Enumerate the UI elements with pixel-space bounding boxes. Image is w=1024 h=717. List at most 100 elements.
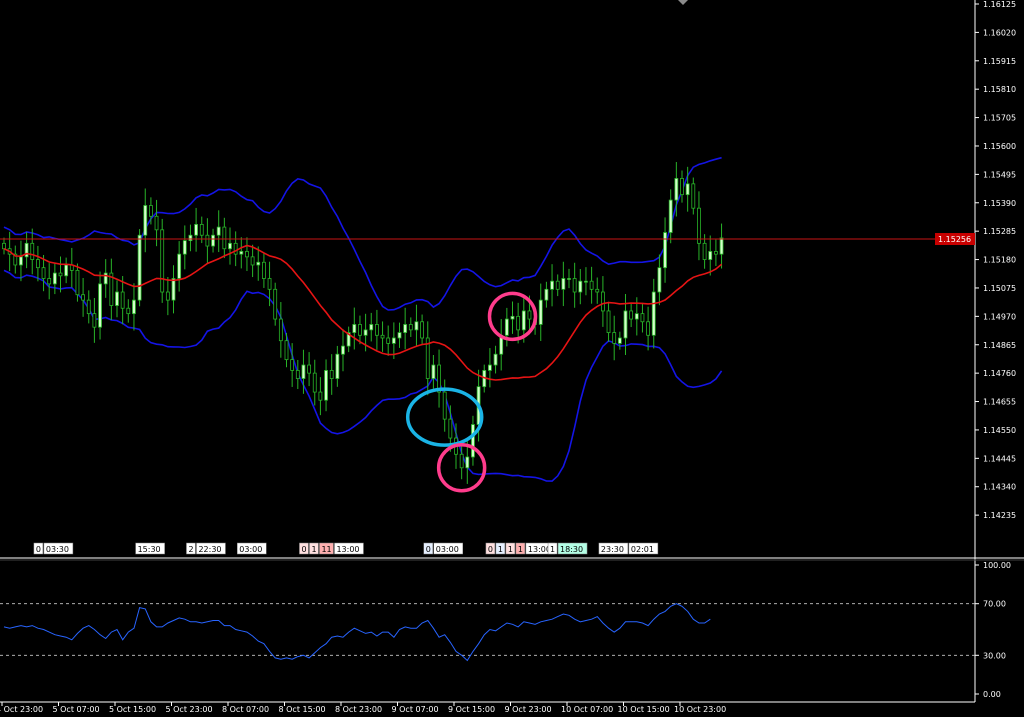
candle[interactable] — [668, 189, 673, 244]
candle[interactable] — [81, 278, 85, 317]
candle[interactable] — [13, 245, 18, 274]
candle[interactable] — [329, 354, 334, 395]
candle[interactable] — [471, 415, 475, 466]
candle[interactable] — [239, 237, 244, 269]
candle[interactable] — [98, 271, 102, 340]
candle[interactable] — [589, 266, 594, 304]
candle[interactable] — [109, 258, 114, 321]
candle[interactable] — [550, 264, 554, 307]
candle[interactable] — [572, 262, 577, 308]
candle[interactable] — [567, 268, 571, 289]
candle[interactable] — [561, 261, 566, 307]
candle[interactable] — [606, 301, 611, 342]
candle[interactable] — [295, 359, 300, 390]
candle[interactable] — [143, 188, 148, 253]
candle[interactable] — [228, 227, 232, 265]
date-tag[interactable]: 011113:00 — [485, 542, 556, 555]
candle[interactable] — [115, 280, 119, 318]
candle[interactable] — [24, 232, 29, 269]
candle[interactable] — [584, 267, 588, 296]
date-tag[interactable]: 1 18:30 — [547, 542, 588, 555]
candle[interactable] — [312, 359, 317, 406]
candle[interactable] — [487, 348, 492, 388]
candle[interactable] — [52, 262, 57, 295]
candle[interactable] — [64, 257, 69, 284]
candle[interactable] — [358, 315, 362, 345]
candle[interactable] — [663, 217, 667, 283]
candle[interactable] — [493, 345, 498, 374]
candle[interactable] — [499, 319, 504, 371]
candle[interactable] — [651, 278, 656, 349]
candle[interactable] — [714, 239, 718, 266]
candle[interactable] — [137, 229, 142, 307]
candle[interactable] — [403, 307, 408, 350]
candle[interactable] — [250, 244, 255, 278]
date-tag[interactable]: 011113:00 — [299, 542, 364, 555]
candle[interactable] — [30, 228, 35, 275]
candle[interactable] — [19, 240, 23, 282]
candle[interactable] — [617, 331, 622, 350]
candle[interactable] — [374, 309, 379, 350]
date-tag[interactable]: 0 03:00 — [423, 542, 463, 555]
candle[interactable] — [188, 224, 193, 252]
candle[interactable] — [182, 225, 187, 270]
candle[interactable] — [629, 302, 634, 328]
candle[interactable] — [261, 252, 266, 288]
candle[interactable] — [538, 283, 543, 342]
candle[interactable] — [216, 210, 221, 253]
candle[interactable] — [697, 191, 701, 261]
candle[interactable] — [177, 241, 182, 292]
candle[interactable] — [408, 317, 413, 337]
date-tag[interactable]: 2 22:30 — [186, 542, 226, 555]
date-tag[interactable]: 03:00 — [237, 542, 267, 555]
candle[interactable] — [36, 245, 40, 282]
candle[interactable] — [420, 314, 425, 346]
candle[interactable] — [165, 276, 170, 316]
chart-shift-marker[interactable] — [678, 0, 688, 5]
candle[interactable] — [307, 352, 312, 387]
candle[interactable] — [442, 379, 447, 432]
candle[interactable] — [612, 315, 617, 361]
candle[interactable] — [58, 256, 63, 293]
candle[interactable] — [256, 246, 261, 281]
candle[interactable] — [335, 345, 340, 387]
candle[interactable] — [352, 307, 357, 350]
candle[interactable] — [278, 302, 283, 358]
candle[interactable] — [245, 237, 249, 272]
candle[interactable] — [47, 263, 52, 300]
candle[interactable] — [2, 237, 6, 255]
candle[interactable] — [595, 277, 600, 304]
candle[interactable] — [431, 354, 436, 389]
candle[interactable] — [691, 177, 696, 215]
date-tag[interactable]: 0 03:30 — [33, 542, 74, 555]
candle[interactable] — [346, 326, 351, 353]
candle[interactable] — [414, 304, 419, 347]
candle[interactable] — [120, 276, 125, 325]
candle[interactable] — [578, 268, 583, 305]
candle[interactable] — [380, 321, 385, 352]
candle[interactable] — [555, 274, 560, 297]
candle[interactable] — [601, 276, 605, 327]
candle[interactable] — [126, 299, 131, 323]
trading-chart[interactable]: 1.16125 1.16020 1.15915 1.15810 1.15705 1.156… — [0, 0, 1024, 717]
candle[interactable] — [510, 301, 515, 334]
date-tag[interactable]: 15:30 — [135, 542, 165, 555]
candle[interactable] — [86, 290, 91, 324]
candle[interactable] — [708, 235, 713, 276]
date-tag[interactable]: 23:30 02:01 — [598, 542, 659, 555]
candle[interactable] — [680, 170, 684, 203]
candle[interactable] — [341, 329, 345, 372]
candle[interactable] — [103, 259, 108, 298]
candle[interactable] — [69, 247, 74, 288]
candle[interactable] — [657, 254, 662, 306]
candle[interactable] — [194, 207, 199, 252]
candle[interactable] — [233, 231, 238, 267]
candle[interactable] — [646, 306, 650, 351]
candle[interactable] — [640, 302, 645, 333]
candle[interactable] — [171, 265, 176, 314]
candle[interactable] — [211, 228, 215, 253]
candle[interactable] — [544, 281, 549, 308]
candle[interactable] — [205, 218, 210, 264]
candle[interactable] — [222, 217, 227, 259]
candle[interactable] — [132, 283, 136, 331]
